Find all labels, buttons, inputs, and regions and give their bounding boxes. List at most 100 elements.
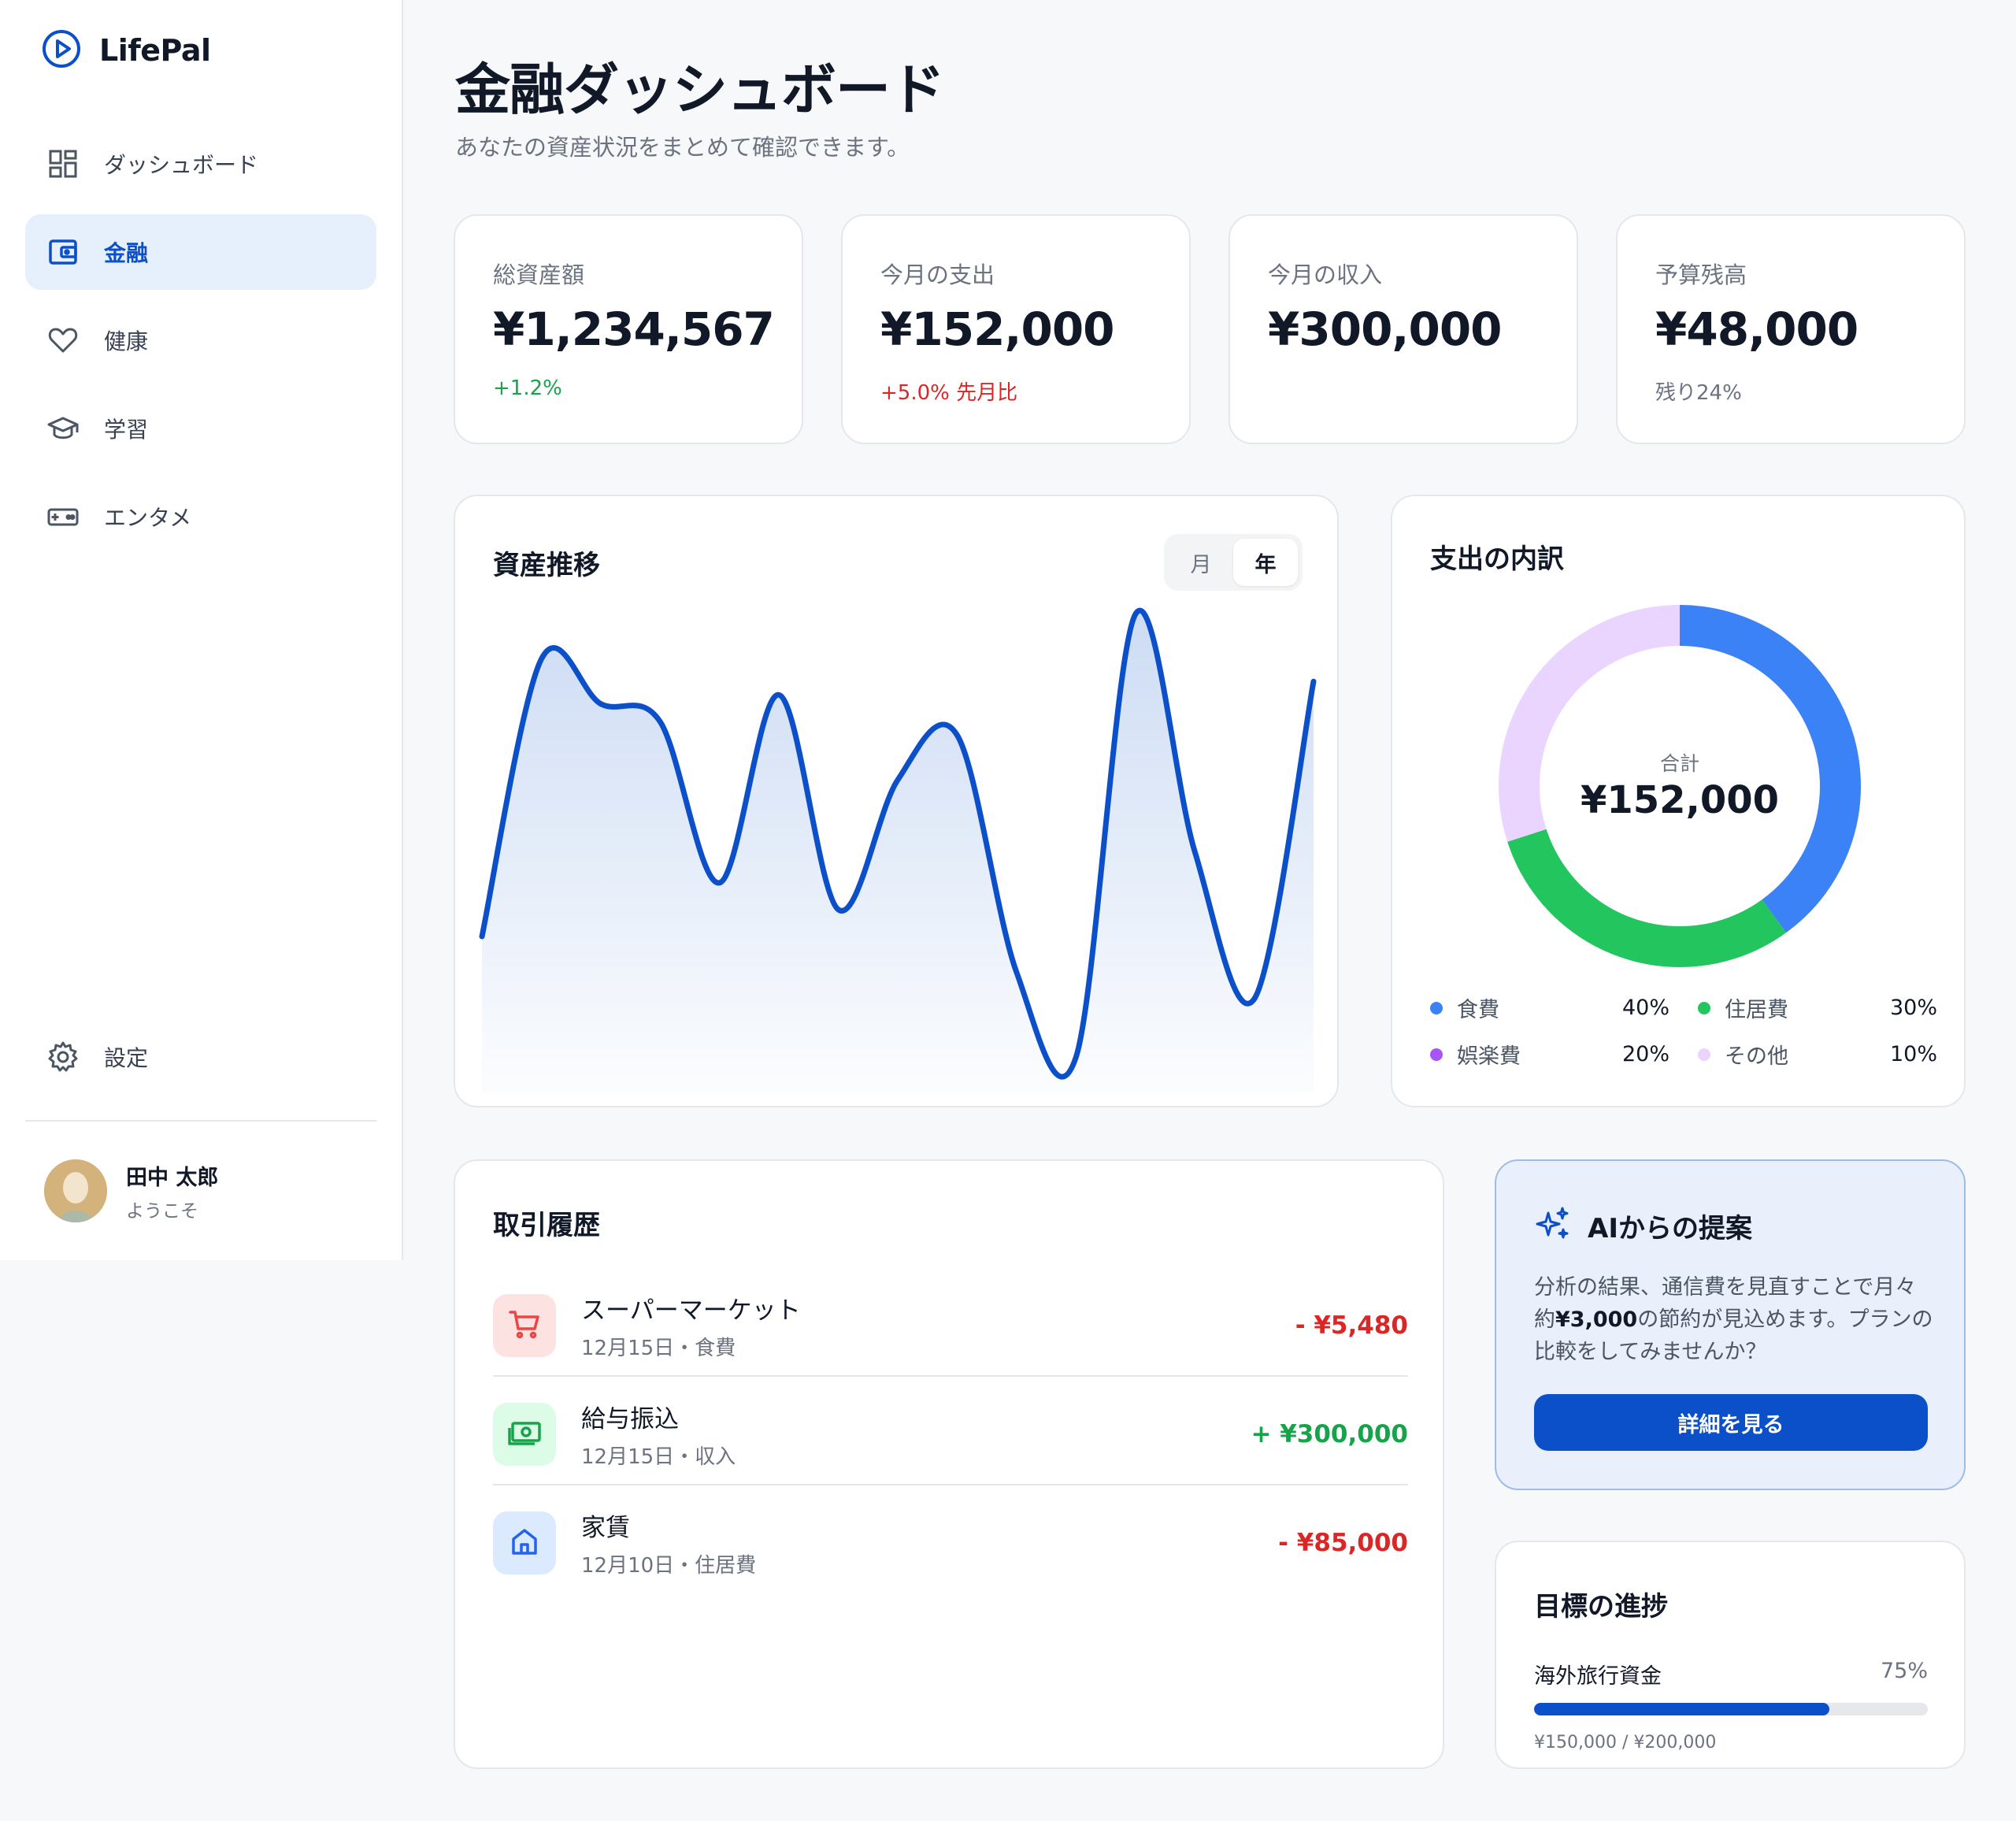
sidebar-item-finance[interactable]: 金融 bbox=[25, 214, 376, 290]
goal-progress-fill bbox=[1534, 1703, 1829, 1715]
sidebar-item-learning[interactable]: 学習 bbox=[25, 391, 376, 466]
avatar bbox=[44, 1159, 107, 1222]
wallet-icon bbox=[46, 235, 80, 269]
sparkles-icon bbox=[1534, 1205, 1572, 1246]
ai-suggestion-card: AIからの提案 分析の結果、通信費を見直すことで月々約¥3,000の節約が見込め… bbox=[1495, 1159, 1966, 1490]
goal-row: 海外旅行資金 75% bbox=[1534, 1659, 1928, 1689]
stat-change: +1.2% bbox=[493, 376, 562, 400]
transaction-name: スーパーマーケット bbox=[581, 1296, 801, 1325]
cash-icon bbox=[506, 1417, 543, 1452]
row-divider bbox=[493, 1484, 1408, 1485]
legend-dot bbox=[1698, 1001, 1710, 1014]
goal-progress-card: 目標の進捗 海外旅行資金 75% ¥150,000 / ¥200,000 bbox=[1495, 1541, 1966, 1769]
legend-dot bbox=[1698, 1048, 1710, 1061]
stat-change: +5.0% 先月比 bbox=[880, 381, 1018, 405]
legend-label: その他 bbox=[1725, 1044, 1788, 1069]
transaction-row[interactable]: 給与振込 12月15日・収入 + ¥300,000 bbox=[493, 1380, 1408, 1489]
legend-item: 食費 40% bbox=[1430, 992, 1670, 1023]
sidebar-item-label: エンタメ bbox=[104, 505, 192, 531]
stat-label: 予算残高 bbox=[1655, 261, 1747, 288]
sidebar-settings: 設定 bbox=[25, 1019, 376, 1107]
shopping-cart-icon bbox=[507, 1307, 542, 1344]
gear-icon bbox=[46, 1040, 80, 1074]
legend-value: 30% bbox=[1889, 996, 1937, 1020]
expense-breakdown-card: 支出の内訳 合計 ¥152,000 食費 40% 住居費 30% 娯楽費 20%… bbox=[1391, 495, 1966, 1107]
sidebar-item-label: 学習 bbox=[104, 417, 149, 443]
stat-value: ¥300,000 bbox=[1268, 302, 1503, 356]
transaction-amount: + ¥300,000 bbox=[1251, 1420, 1408, 1448]
stat-label: 今月の支出 bbox=[880, 261, 995, 288]
heart-icon bbox=[46, 323, 80, 358]
legend-value: 20% bbox=[1621, 1042, 1670, 1066]
stat-label: 今月の収入 bbox=[1268, 261, 1383, 288]
stat-note: 残り24% bbox=[1655, 381, 1742, 405]
sidebar-item-health[interactable]: 健康 bbox=[25, 302, 376, 378]
legend-item: 娯楽費 20% bbox=[1430, 1039, 1670, 1070]
transaction-meta: 12月10日・住居費 bbox=[581, 1554, 757, 1578]
goal-percent: 75% bbox=[1880, 1659, 1928, 1683]
legend-value: 40% bbox=[1621, 996, 1670, 1020]
play-circle-icon bbox=[41, 28, 82, 72]
stat-card-total-assets: 総資産額 ¥1,234,567 +1.2% bbox=[454, 214, 803, 444]
goals-title: 目標の進捗 bbox=[1534, 1591, 1668, 1623]
sidebar-item-label: 金融 bbox=[104, 240, 149, 266]
legend-item: 住居費 30% bbox=[1698, 992, 1937, 1023]
graduation-cap-icon bbox=[46, 411, 80, 446]
sidebar: LifePal ダッシュボード 金融 健康 学習 エンタメ 設定 田中 太郎 よ… bbox=[0, 0, 403, 1260]
transaction-meta: 12月15日・食費 bbox=[581, 1337, 736, 1360]
view-details-button[interactable]: 詳細を見る bbox=[1534, 1394, 1928, 1451]
row-divider bbox=[493, 1375, 1408, 1377]
stat-value: ¥1,234,567 bbox=[493, 302, 775, 356]
stat-card-monthly-income: 今月の収入 ¥300,000 bbox=[1228, 214, 1578, 444]
transaction-icon-box bbox=[493, 1403, 556, 1466]
donut-legend: 食費 40% 住居費 30% 娯楽費 20% その他 10% bbox=[1430, 992, 1937, 1070]
sidebar-item-entertainment[interactable]: エンタメ bbox=[25, 479, 376, 554]
donut-center-value: ¥152,000 bbox=[1580, 778, 1780, 822]
stat-value: ¥152,000 bbox=[880, 302, 1115, 356]
dashboard-icon bbox=[46, 146, 80, 181]
transaction-row[interactable]: 家賃 12月10日・住居費 - ¥85,000 bbox=[493, 1489, 1408, 1597]
stat-label: 総資産額 bbox=[493, 261, 585, 288]
area-fill bbox=[482, 610, 1314, 1093]
legend-dot bbox=[1430, 1001, 1443, 1014]
app-logo[interactable]: LifePal bbox=[41, 28, 211, 72]
page-title: 金融ダッシュボード bbox=[455, 57, 945, 122]
user-name: 田中 太郎 bbox=[126, 1165, 219, 1190]
expense-donut-chart bbox=[1499, 605, 1861, 967]
transaction-row[interactable]: スーパーマーケット 12月15日・食費 - ¥5,480 bbox=[493, 1271, 1408, 1380]
goal-amount: ¥150,000 / ¥200,000 bbox=[1534, 1733, 1717, 1752]
transaction-name: 給与振込 bbox=[581, 1405, 679, 1433]
asset-area-chart bbox=[479, 608, 1317, 1093]
user-profile[interactable]: 田中 太郎 ようこそ bbox=[44, 1159, 218, 1222]
sidebar-item-dashboard[interactable]: ダッシュボード bbox=[25, 126, 376, 202]
sidebar-divider bbox=[25, 1120, 376, 1122]
user-greeting: ようこそ bbox=[126, 1200, 198, 1222]
home-icon bbox=[508, 1525, 541, 1561]
legend-label: 娯楽費 bbox=[1457, 1044, 1521, 1069]
legend-label: 住居費 bbox=[1725, 998, 1788, 1022]
transaction-amount: - ¥85,000 bbox=[1278, 1529, 1408, 1557]
goal-progress-bar bbox=[1534, 1703, 1928, 1715]
transaction-amount: - ¥5,480 bbox=[1295, 1311, 1408, 1340]
ai-suggestion-title: AIからの提案 bbox=[1588, 1212, 1752, 1244]
ai-body-amount: ¥3,000 bbox=[1555, 1307, 1638, 1332]
transaction-icon-box bbox=[493, 1511, 556, 1574]
goal-name: 海外旅行資金 bbox=[1534, 1664, 1662, 1689]
app-name: LifePal bbox=[99, 33, 211, 68]
stat-card-budget-remaining: 予算残高 ¥48,000 残り24% bbox=[1616, 214, 1966, 444]
gamepad-icon bbox=[46, 499, 80, 534]
asset-trend-card: 資産推移 月 年 bbox=[454, 495, 1339, 1107]
transaction-meta: 12月15日・収入 bbox=[581, 1445, 736, 1469]
sidebar-nav: ダッシュボード 金融 健康 学習 エンタメ bbox=[25, 126, 376, 567]
legend-label: 食費 bbox=[1457, 998, 1499, 1022]
transactions-title: 取引履歴 bbox=[493, 1210, 600, 1241]
sidebar-item-label: 健康 bbox=[104, 328, 149, 354]
donut-center-label: 合計 bbox=[1659, 752, 1699, 775]
ai-suggestion-header: AIからの提案 bbox=[1534, 1205, 1752, 1246]
sidebar-item-settings[interactable]: 設定 bbox=[25, 1019, 376, 1095]
ai-suggestion-body: 分析の結果、通信費を見直すことで月々約¥3,000の節約が見込めます。プランの比… bbox=[1534, 1271, 1936, 1368]
page-subtitle: あなたの資産状況をまとめて確認できます。 bbox=[455, 134, 910, 161]
stat-card-monthly-expense: 今月の支出 ¥152,000 +5.0% 先月比 bbox=[841, 214, 1191, 444]
legend-value: 10% bbox=[1889, 1042, 1937, 1066]
legend-item: その他 10% bbox=[1698, 1039, 1937, 1070]
